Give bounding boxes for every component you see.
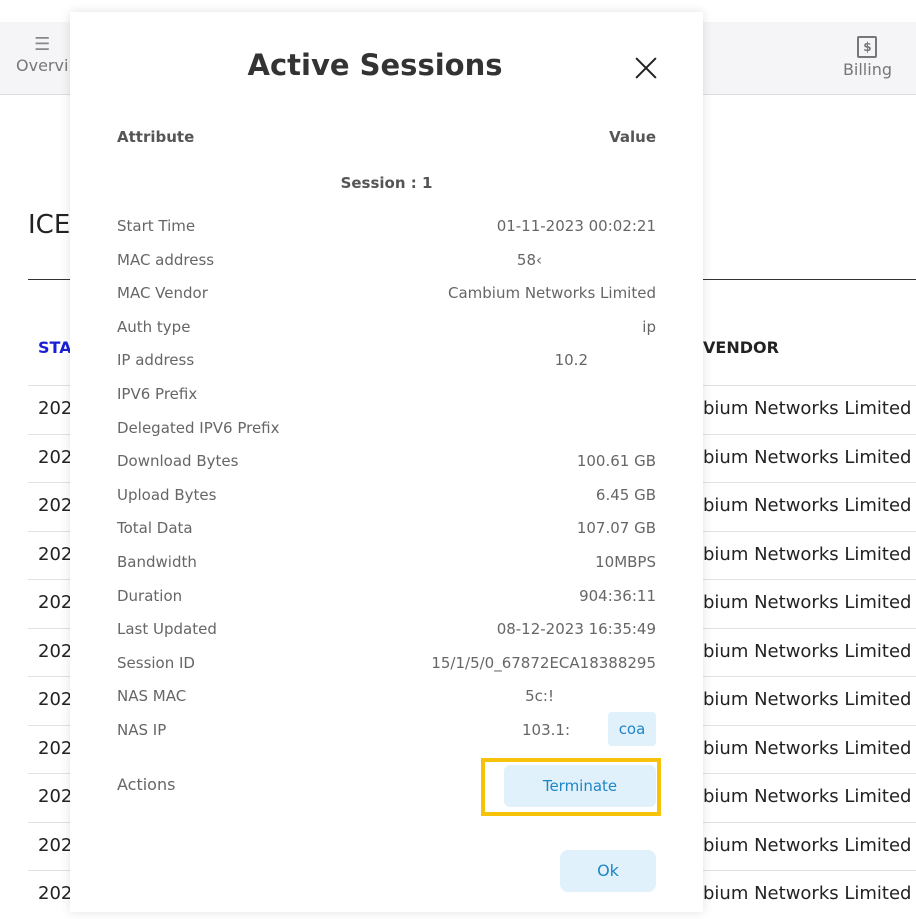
attribute-key: Bandwidth — [117, 553, 197, 571]
attribute-column-header: Attribute — [117, 128, 195, 146]
attribute-row: Bandwidth 10MBPS — [117, 553, 656, 573]
attribute-key: IPV6 Prefix — [117, 385, 198, 403]
attribute-value: ip — [642, 317, 656, 336]
attribute-row: Download Bytes 100.61 GB — [117, 452, 656, 472]
nav-billing[interactable]: $ Billing — [843, 36, 892, 79]
table-cell-vendor: bium Networks Limited — [703, 786, 912, 807]
close-icon[interactable] — [630, 52, 662, 84]
attribute-key: MAC Vendor — [117, 284, 208, 303]
attribute-value: 10.2 — [554, 351, 588, 370]
table-cell-start: 202 — [38, 398, 73, 419]
attribute-row: Start Time 01-11-2023 00:02:21 — [117, 217, 656, 237]
attribute-key: Start Time — [117, 217, 196, 235]
attribute-value: 100.61 GB — [576, 452, 656, 471]
attribute-row: MAC address 58‹ — [117, 251, 656, 271]
nav-overview-label: Overvi — [16, 56, 69, 75]
attribute-key: Delegated IPV6 Prefix — [117, 418, 280, 437]
attribute-row: Total Data 107.07 GB — [117, 519, 656, 539]
table-cell-start: 202 — [38, 543, 73, 565]
attribute-value: 6.45 GB — [595, 485, 656, 504]
list-icon: ☰ — [34, 34, 51, 55]
attribute-key: IP address — [117, 351, 195, 370]
attribute-key: NAS MAC — [117, 687, 187, 706]
attribute-key: Auth type — [117, 317, 191, 336]
attribute-row: NAS MAC 5c:! — [117, 687, 656, 707]
attribute-value: 15/1/5/0_67872ECA18388295 — [431, 653, 656, 672]
table-cell-vendor: bium Networks Limited — [703, 689, 912, 710]
table-cell-start: 202 — [38, 592, 73, 613]
nav-billing-label: Billing — [842, 60, 892, 79]
attribute-key: MAC address — [117, 250, 215, 269]
attribute-key: Upload Bytes — [117, 485, 217, 504]
attribute-row: Last Updated 08-12-2023 16:35:49 — [117, 620, 656, 640]
table-cell-vendor: bium Networks Limited — [703, 883, 912, 904]
nav-overview[interactable]: ☰ Overvi — [16, 34, 69, 76]
attribute-row: IP address 10.2 — [117, 351, 656, 371]
table-cell-vendor: bium Networks Limited — [703, 543, 912, 565]
attribute-key: Session ID — [117, 653, 195, 672]
attribute-row: Delegated IPV6 Prefix — [117, 419, 656, 439]
table-cell-start: 202 — [38, 883, 73, 904]
attribute-value: Cambium Networks Limited — [447, 284, 656, 303]
modal-title: Active Sessions — [247, 48, 503, 82]
table-cell-start: 202 — [38, 446, 73, 468]
table-cell-start: 202 — [38, 737, 73, 759]
table-cell-start: 202 — [38, 786, 73, 807]
attribute-value: 01-11-2023 00:02:21 — [496, 217, 656, 235]
ok-button[interactable]: Ok — [560, 850, 656, 892]
attribute-row: IPV6 Prefix — [117, 385, 656, 405]
attribute-row: Duration 904:36:11 — [117, 587, 656, 607]
attribute-key: Total Data — [117, 519, 193, 538]
attribute-value: 08-12-2023 16:35:49 — [496, 620, 656, 639]
attribute-value: 103.1: — [522, 721, 570, 739]
table-cell-vendor: bium Networks Limited — [703, 398, 912, 419]
attribute-row: Session ID 15/1/5/0_67872ECA18388295 — [117, 654, 656, 674]
attribute-row: Auth type ip — [117, 318, 656, 338]
actions-label: Actions — [117, 775, 176, 794]
session-label: Session : 1 — [340, 174, 433, 192]
table-cell-vendor: bium Networks Limited — [703, 834, 912, 856]
attribute-value: 904:36:11 — [579, 586, 656, 605]
table-header-vendor: VENDOR — [703, 338, 779, 357]
attribute-row: NAS IP 103.1: — [117, 721, 656, 741]
attribute-value: 5c:! — [525, 687, 554, 706]
active-sessions-modal: Active Sessions Attribute Value Session … — [70, 12, 703, 912]
table-cell-vendor: bium Networks Limited — [703, 640, 912, 662]
attribute-row: MAC Vendor Cambium Networks Limited — [117, 284, 656, 304]
table-header-start[interactable]: STA — [38, 338, 72, 357]
terminate-button[interactable]: Terminate — [504, 765, 656, 807]
table-cell-start: 202 — [38, 495, 73, 516]
attribute-key: Duration — [117, 586, 183, 605]
value-column-header: Value — [609, 128, 656, 146]
table-cell-vendor: bium Networks Limited — [703, 592, 912, 613]
table-cell-start: 202 — [38, 640, 73, 662]
page-heading: ICE — [28, 210, 71, 240]
attribute-row: Upload Bytes 6.45 GB — [117, 486, 656, 506]
attribute-key: NAS IP — [117, 721, 167, 739]
table-cell-vendor: bium Networks Limited — [703, 495, 912, 516]
attribute-value: 107.07 GB — [576, 519, 656, 538]
table-cell-start: 202 — [38, 689, 73, 710]
table-cell-vendor: bium Networks Limited — [703, 446, 912, 468]
billing-icon: $ — [857, 36, 878, 58]
attribute-key: Last Updated — [117, 620, 217, 639]
attribute-value: 58‹ — [516, 250, 542, 269]
table-cell-start: 202 — [38, 834, 73, 856]
coa-button[interactable]: coa — [608, 712, 656, 746]
attribute-value: 10MBPS — [595, 553, 656, 571]
table-cell-vendor: bium Networks Limited — [703, 737, 912, 759]
attribute-key: Download Bytes — [117, 452, 239, 471]
